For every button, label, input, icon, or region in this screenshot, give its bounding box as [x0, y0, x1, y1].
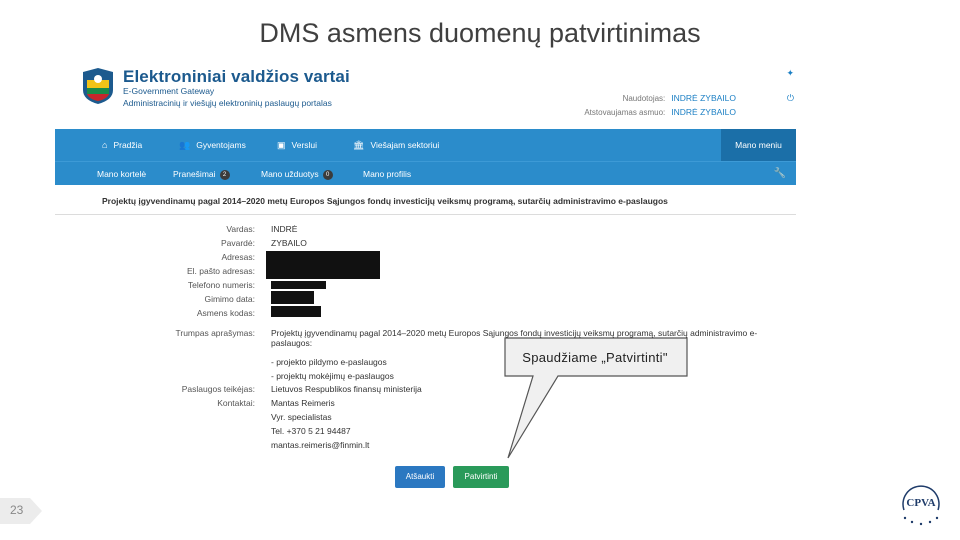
user-label: Naudotojas: [622, 94, 666, 103]
page-number: 23 [10, 503, 24, 517]
callout-text: Spaudžiame „Patvirtinti" [522, 350, 668, 365]
home-icon: ⌂ [102, 140, 108, 150]
nav-label: Viešajam sektoriui [370, 140, 440, 150]
confirm-button[interactable]: Patvirtinti [453, 466, 509, 488]
service-title: Projektų įgyvendinamų pagal 2014–2020 me… [102, 196, 668, 206]
contact-phone: Tel. +370 5 21 94487 [271, 426, 351, 436]
nav-item-gyventojams[interactable]: 👥 Gyventojams [179, 129, 246, 161]
slide-title: DMS asmens duomenų patvirtinimas [259, 18, 701, 48]
contact-email[interactable]: mantas.reimeris@finmin.lt [271, 440, 369, 450]
first-name-value: INDRĖ [271, 224, 298, 234]
user-name-link[interactable]: INDRĖ ZYBAILO [671, 93, 736, 103]
logout-icon[interactable]: ⏻ [787, 93, 794, 104]
field-label: Trumpas aprašymas: [175, 328, 255, 338]
cancel-button[interactable]: Atšaukti [395, 466, 445, 488]
building-icon: 🏛 [353, 140, 365, 150]
subnav-item-mano-uzduotys[interactable]: Mano užduotys 0 [261, 162, 333, 186]
field-label: Telefono numeris: [187, 280, 255, 290]
provider-value: Lietuvos Respublikos finansų ministerija [271, 384, 422, 394]
notification-count-badge: 2 [219, 170, 230, 180]
description-bullet: - projekto pildymo e-paslaugos [271, 357, 387, 367]
field-label: El. pašto adresas: [186, 266, 255, 276]
my-menu-tab[interactable]: Mano meniu [721, 129, 796, 161]
field-label: Kontaktai: [217, 398, 255, 408]
field-label: Pavardė: [220, 238, 255, 248]
redacted-personal-code [271, 306, 321, 317]
briefcase-icon: ▣ [277, 140, 286, 150]
nav-label: Pradžia [113, 140, 143, 150]
redacted-address-email [266, 251, 380, 279]
user-row: Naudotojas: INDRĖ ZYBAILO [623, 93, 736, 103]
represented-label: Atstovaujamas asmuo: [584, 108, 666, 117]
brand-tagline: Administracinių ir viešųjų elektroninių … [123, 98, 332, 108]
gateway-logo-icon [83, 68, 113, 104]
contact-role: Vyr. specialistas [271, 412, 332, 422]
subnav-item-pranesimai[interactable]: Pranešimai 2 [173, 162, 230, 186]
subnav-label: Mano kortelė [97, 169, 147, 179]
brand-subtitle: E-Government Gateway [123, 86, 215, 96]
divider [55, 214, 796, 215]
field-label: Adresas: [221, 252, 255, 262]
field-label: Gimimo data: [204, 294, 255, 304]
nav-item-viesajam-sektoriui[interactable]: 🏛 Viešajam sektoriui [353, 129, 439, 161]
subnav-item-mano-profilis[interactable]: Mano profilis [363, 162, 411, 186]
sub-nav: Mano kortelė Pranešimai 2 Mano užduotys 0 … [55, 161, 796, 185]
brand-title[interactable]: Elektroniniai valdžios vartai [123, 67, 350, 87]
redacted-phone [271, 281, 326, 289]
subnav-label: Mano profilis [363, 169, 412, 179]
subnav-label: Mano užduotys [261, 169, 319, 179]
main-nav: ⌂ Pradžia 👥 Gyventojams ▣ Verslui 🏛 Viešajam… [55, 129, 796, 161]
represented-name-link[interactable]: INDRĖ ZYBAILO [671, 107, 736, 117]
nav-item-verslui[interactable]: ▣ Verslui [277, 129, 317, 161]
portal-screenshot: Elektroniniai valdžios vartai E-Governme… [55, 62, 796, 499]
cpva-logo-text: CPVA [906, 497, 935, 509]
description-bullet: - projektų mokėjimų e-paslaugos [271, 371, 394, 381]
wrench-icon[interactable]: 🔧 [774, 162, 786, 186]
page-number-tab: 23 [0, 498, 42, 524]
contact-name: Mantas Reimeris [271, 398, 335, 408]
field-label: Paslaugos teikėjas: [181, 384, 255, 394]
field-label: Asmens kodas: [196, 308, 255, 318]
represented-row: Atstovaujamas asmuo: INDRĖ ZYBAILO [584, 107, 736, 117]
people-icon: 👥 [179, 140, 191, 150]
cpva-logo: CPVA [902, 485, 940, 526]
subnav-item-mano-kortele[interactable]: Mano kortelė [97, 162, 146, 186]
task-count-badge: 0 [322, 170, 333, 180]
redacted-birth-date [271, 291, 314, 304]
shield-icon[interactable]: ✦ [786, 68, 794, 79]
nav-item-pradzia[interactable]: ⌂ Pradžia [102, 129, 142, 161]
field-label: Vardas: [226, 224, 255, 234]
nav-label: Gyventojams [196, 140, 246, 150]
last-name-value: ZYBAILO [271, 238, 307, 248]
nav-label: Verslui [291, 140, 318, 150]
subnav-label: Pranešimai [173, 169, 216, 179]
